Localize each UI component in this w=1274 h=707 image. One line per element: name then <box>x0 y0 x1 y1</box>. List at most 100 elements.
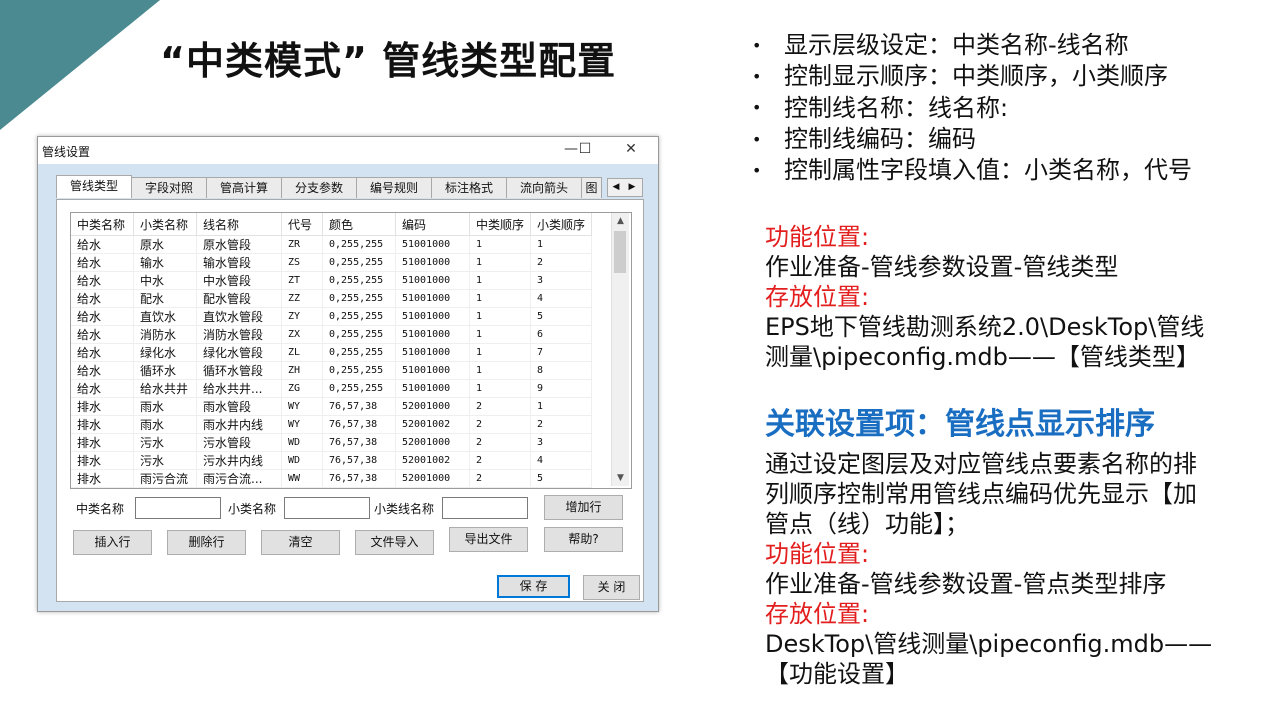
table-cell[interactable]: 消防水管段 <box>196 325 282 344</box>
table-cell[interactable]: 污水 <box>133 451 197 470</box>
import-file-button[interactable]: 文件导入 <box>355 530 434 555</box>
tab-4[interactable]: 编号规则 <box>356 177 432 198</box>
table-row[interactable]: 排水 雨污合流 雨污合流... WW 76,57,38 52001000 2 5 <box>71 469 592 488</box>
table-cell[interactable]: 直饮水 <box>133 307 197 326</box>
close-icon[interactable]: ✕ <box>621 141 641 157</box>
tab-left-icon[interactable]: ◀ <box>608 179 624 196</box>
table-cell[interactable]: WD <box>281 451 323 470</box>
table-cell[interactable]: ZG <box>281 379 323 398</box>
table-cell[interactable]: 0,255,255 <box>322 289 396 308</box>
table-cell[interactable]: 配水管段 <box>196 289 282 308</box>
table-cell[interactable]: 0,255,255 <box>322 253 396 272</box>
column-header[interactable]: 中类名称 <box>71 213 134 236</box>
tab-5[interactable]: 标注格式 <box>431 177 507 198</box>
table-cell[interactable]: 中水管段 <box>196 271 282 290</box>
pipe-type-grid[interactable]: 中类名称 小类名称 线名称 代号 颜色 编码 中类顺序 小类顺序 给水 原水 原水管段 ZR 0,25… <box>70 212 632 489</box>
table-row[interactable]: 给水 配水 配水管段 ZZ 0,255,255 51001000 1 4 <box>71 289 592 308</box>
table-row[interactable]: 排水 污水 污水管段 WD 76,57,38 52001000 2 3 <box>71 433 592 452</box>
help-button[interactable]: 帮助? <box>544 527 623 552</box>
table-cell[interactable]: 雨水管段 <box>196 397 282 416</box>
table-cell[interactable]: ZS <box>281 253 323 272</box>
table-cell[interactable]: 1 <box>530 235 592 254</box>
table-cell[interactable]: 76,57,38 <box>322 451 396 470</box>
table-cell[interactable]: 2 <box>530 253 592 272</box>
table-cell[interactable]: 5 <box>530 307 592 326</box>
table-row[interactable]: 给水 中水 中水管段 ZT 0,255,255 51001000 1 3 <box>71 271 592 290</box>
maximize-icon[interactable]: ☐ <box>575 141 595 157</box>
table-row[interactable]: 给水 输水 输水管段 ZS 0,255,255 51001000 1 2 <box>71 253 592 272</box>
table-cell[interactable]: 1 <box>469 253 531 272</box>
table-cell[interactable]: 污水 <box>133 433 197 452</box>
table-cell[interactable]: 污水管段 <box>196 433 282 452</box>
table-cell[interactable]: 51001000 <box>395 235 470 254</box>
tab-3[interactable]: 分支参数 <box>281 177 357 198</box>
table-cell[interactable]: 76,57,38 <box>322 433 396 452</box>
table-cell[interactable]: 2 <box>469 469 531 488</box>
table-cell[interactable]: 3 <box>530 433 592 452</box>
table-cell[interactable]: 6 <box>530 325 592 344</box>
table-cell[interactable]: ZZ <box>281 289 323 308</box>
table-cell[interactable]: 输水 <box>133 253 197 272</box>
table-cell[interactable]: 76,57,38 <box>322 469 396 488</box>
table-cell[interactable]: 2 <box>469 487 531 488</box>
table-cell[interactable]: 1 <box>469 361 531 380</box>
table-cell[interactable]: 雨污合流... <box>196 487 282 488</box>
column-header[interactable]: 颜色 <box>322 213 396 236</box>
table-cell[interactable]: 雨污合流 <box>133 469 197 488</box>
table-cell[interactable]: 52001002 <box>395 415 470 434</box>
table-cell[interactable]: 51001000 <box>395 289 470 308</box>
table-cell[interactable]: 原水 <box>133 235 197 254</box>
table-cell[interactable]: 1 <box>530 397 592 416</box>
column-header[interactable]: 小类顺序 <box>530 213 592 236</box>
table-cell[interactable]: 9 <box>530 379 592 398</box>
table-row[interactable]: 给水 给水共井 给水共井... ZG 0,255,255 51001000 1 9 <box>71 379 592 398</box>
table-cell[interactable]: 0,255,255 <box>322 307 396 326</box>
table-cell[interactable]: 排水 <box>71 415 134 434</box>
table-cell[interactable]: 76,57,38 <box>322 487 396 488</box>
table-cell[interactable]: 2 <box>469 433 531 452</box>
table-cell[interactable]: 给水 <box>71 271 134 290</box>
table-cell[interactable]: 76,57,38 <box>322 397 396 416</box>
tab-6[interactable]: 流向箭头 <box>506 177 582 198</box>
column-header[interactable]: 代号 <box>281 213 323 236</box>
table-row[interactable]: 给水 直饮水 直饮水管段 ZY 0,255,255 51001000 1 5 <box>71 307 592 326</box>
table-cell[interactable]: 雨水 <box>133 397 197 416</box>
table-cell[interactable]: 污水井内线 <box>196 451 282 470</box>
table-cell[interactable]: WY <box>281 415 323 434</box>
table-cell[interactable]: 输水管段 <box>196 253 282 272</box>
table-cell[interactable]: 给水 <box>71 361 134 380</box>
table-cell[interactable]: ZX <box>281 325 323 344</box>
table-row[interactable]: 给水 原水 原水管段 ZR 0,255,255 51001000 1 1 <box>71 235 592 254</box>
table-cell[interactable]: 51001000 <box>395 379 470 398</box>
table-row[interactable]: 给水 绿化水 绿化水管段 ZL 0,255,255 51001000 1 7 <box>71 343 592 362</box>
table-cell[interactable]: 给水共井... <box>196 379 282 398</box>
table-cell[interactable]: ZR <box>281 235 323 254</box>
table-cell[interactable]: 给水 <box>71 307 134 326</box>
table-cell[interactable]: 51001000 <box>395 343 470 362</box>
close-button[interactable]: 关 闭 <box>583 575 640 600</box>
delete-row-button[interactable]: 删除行 <box>167 530 246 555</box>
table-cell[interactable]: 配水 <box>133 289 197 308</box>
table-row[interactable]: 排水 雨水 雨水管段 WY 76,57,38 52001000 2 1 <box>71 397 592 416</box>
mid-name-input[interactable] <box>135 497 221 519</box>
column-header[interactable]: 线名称 <box>196 213 282 236</box>
table-cell[interactable]: 0,255,255 <box>322 343 396 362</box>
clear-button[interactable]: 清空 <box>261 530 340 555</box>
table-cell[interactable]: 2 <box>469 397 531 416</box>
tab-right-icon[interactable]: ▶ <box>624 179 640 196</box>
table-cell[interactable]: 原水管段 <box>196 235 282 254</box>
table-cell[interactable]: 2 <box>530 415 592 434</box>
table-cell[interactable]: ZH <box>281 361 323 380</box>
table-cell[interactable]: WW <box>281 487 323 488</box>
add-row-button[interactable]: 增加行 <box>544 495 623 520</box>
table-cell[interactable]: 给水共井 <box>133 379 197 398</box>
scroll-thumb[interactable] <box>614 231 626 273</box>
table-cell[interactable]: 51001000 <box>395 307 470 326</box>
table-cell[interactable]: 8 <box>530 361 592 380</box>
column-header[interactable]: 小类名称 <box>133 213 197 236</box>
table-cell[interactable]: 3 <box>530 271 592 290</box>
sub-name-input[interactable] <box>284 497 370 519</box>
table-cell[interactable]: 雨水井内线 <box>196 415 282 434</box>
table-cell[interactable]: 排水 <box>71 487 134 488</box>
table-cell[interactable]: 排水 <box>71 451 134 470</box>
